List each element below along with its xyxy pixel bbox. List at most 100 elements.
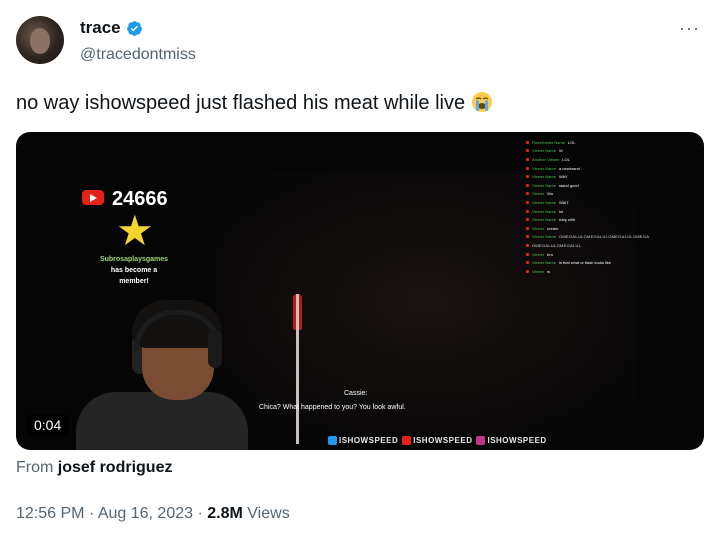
chat-text: cream <box>547 225 559 231</box>
chat-username: Viewer Name <box>532 234 556 240</box>
chat-username: Viewer Name <box>532 208 556 214</box>
chat-username: Viewer <box>532 268 545 274</box>
chat-badge-icon <box>526 252 529 256</box>
chat-message: Viewer Name is that what ur flash looks l… <box>526 258 676 267</box>
chat-text: ruby with <box>558 217 575 223</box>
author-avatar[interactable] <box>16 16 64 64</box>
attribution-prefix: From <box>16 459 54 476</box>
social-handle-twitter: ISHOWSPEED <box>328 436 398 445</box>
chat-username: Viewer Name <box>532 148 556 154</box>
member-alert: Subrosaplaysgames has become a member! <box>74 254 194 287</box>
chat-message: Placeholder Name LOL <box>526 138 676 147</box>
chat-badge-icon <box>526 192 529 196</box>
chat-text: is that what ur flash looks like <box>558 260 611 266</box>
chat-username: Viewer <box>532 251 545 257</box>
chat-text: OMEGALULOMEGALULOMEGALULOMEGA <box>558 234 650 240</box>
chat-message: Viewer cream <box>526 224 676 233</box>
attribution-name[interactable]: josef rodriguez <box>58 459 173 476</box>
chat-message: OMEGALULOMEGALUL <box>526 241 676 250</box>
chat-message: Viewer Name WAY <box>526 172 676 181</box>
member-alert-line2: member! <box>119 278 149 285</box>
chat-username: Viewer Name <box>532 182 556 188</box>
chat-text: lol <box>558 208 563 214</box>
chat-text: LOL <box>562 156 570 162</box>
chat-username: Viewer Name <box>532 165 556 171</box>
subtitle-text: Chica? What happened to you? You look aw… <box>259 404 406 411</box>
meta-separator: · <box>88 505 95 522</box>
chat-badge-icon <box>526 175 529 179</box>
subtitle-speaker: Cassie: <box>344 390 368 397</box>
more-options-icon[interactable]: ··· <box>679 18 700 39</box>
author-name-row: trace <box>80 18 143 38</box>
verified-badge-icon <box>126 20 142 36</box>
chat-badge-icon <box>526 209 529 213</box>
chat-text: stand good <box>558 182 579 188</box>
chat-text: W <box>558 148 563 154</box>
meta-separator: · <box>197 505 203 522</box>
views-label: Views <box>247 505 290 522</box>
twitter-icon <box>328 436 337 445</box>
social-handle-label: ISHOWSPEED <box>487 436 547 445</box>
chat-message: Another Viewer LOL <box>526 155 676 164</box>
chat-username: Viewer Name <box>532 260 556 266</box>
social-handle-youtube: ISHOWSPEED <box>402 436 472 445</box>
star-icon: ★ <box>116 207 154 254</box>
chat-text: w <box>547 268 551 274</box>
chat-badge-icon <box>526 218 529 222</box>
chat-badge-icon <box>526 200 529 204</box>
instagram-icon <box>476 436 486 445</box>
chat-message: Viewer w <box>526 267 676 276</box>
chat-message: Viewer Name WAIT <box>526 198 676 207</box>
youtube-icon <box>402 436 412 445</box>
chat-text: OMEGALULOMEGALUL <box>532 242 582 248</box>
chat-username: Viewer Name <box>532 174 556 180</box>
chat-badge-icon <box>526 226 529 230</box>
chat-text: LOL <box>567 139 576 145</box>
tweet-metadata: 12:56 PM · Aug 16, 2023 · 2.8M Views <box>16 505 290 523</box>
loudly-crying-face-icon <box>471 92 492 112</box>
chat-username: Viewer Name <box>532 199 556 205</box>
video-player[interactable]: 24666 ★ Subrosaplaysgames has become a m… <box>16 132 704 450</box>
chat-message: Viewer Name W <box>526 147 676 156</box>
chat-badge-icon <box>526 269 529 273</box>
tweet-date[interactable]: Aug 16, 2023 <box>98 505 193 522</box>
chat-badge-icon <box>526 166 529 170</box>
streamer-shirt <box>76 392 248 450</box>
member-alert-line1: has become a <box>110 267 158 274</box>
chat-text: WAIT <box>558 199 569 205</box>
chat-text: WAY <box>558 174 568 180</box>
chat-message: Viewer Name lol <box>526 207 676 216</box>
chat-badge-icon <box>526 140 529 144</box>
views-count: 2.8M <box>207 505 243 522</box>
chat-badge-icon <box>526 235 529 239</box>
chat-badge-icon <box>526 243 529 247</box>
chat-username: Viewer Name <box>532 217 556 223</box>
video-timestamp: 0:04 <box>26 414 70 436</box>
chat-message: Viewer Name OMEGALULOMEGALULOMEGALULOMEGA <box>526 233 676 242</box>
headphones-right <box>208 330 222 368</box>
social-handles-overlay: ISHOWSPEED ISHOWSPEED ISHOWSPEED <box>328 436 547 445</box>
chat-message: Viewer Wo <box>526 190 676 199</box>
chat-badge-icon <box>526 149 529 153</box>
streamer-webcam <box>76 300 248 450</box>
chat-message: Viewer Name ruby with <box>526 215 676 224</box>
tweet-time[interactable]: 12:56 PM <box>16 505 84 522</box>
youtube-logo-icon <box>82 190 104 205</box>
chat-text: bro <box>547 251 553 257</box>
chat-text: Wo <box>547 191 554 197</box>
chat-message: Viewer bro <box>526 250 676 259</box>
chat-message: Viewer Name a newbrand <box>526 164 676 173</box>
author-handle[interactable]: @tracedontmiss <box>80 46 196 64</box>
chat-message: Viewer Name stand good <box>526 181 676 190</box>
author-display-name[interactable]: trace <box>80 18 121 38</box>
social-handle-label: ISHOWSPEED <box>413 436 473 445</box>
tweet-text: no way ishowspeed just flashed his meat … <box>16 90 493 116</box>
member-alert-name: Subrosaplaysgames <box>99 256 169 263</box>
chat-username: Placeholder Name <box>532 139 565 145</box>
chat-badge-icon <box>526 261 529 265</box>
chat-username: Viewer <box>532 191 545 197</box>
chat-username: Viewer <box>532 225 545 231</box>
stream-chat-overlay: Placeholder Name LOL Viewer Name W Another V… <box>526 138 676 276</box>
video-attribution: From josef rodriguez <box>16 459 172 477</box>
chat-username: Another Viewer <box>532 156 560 162</box>
